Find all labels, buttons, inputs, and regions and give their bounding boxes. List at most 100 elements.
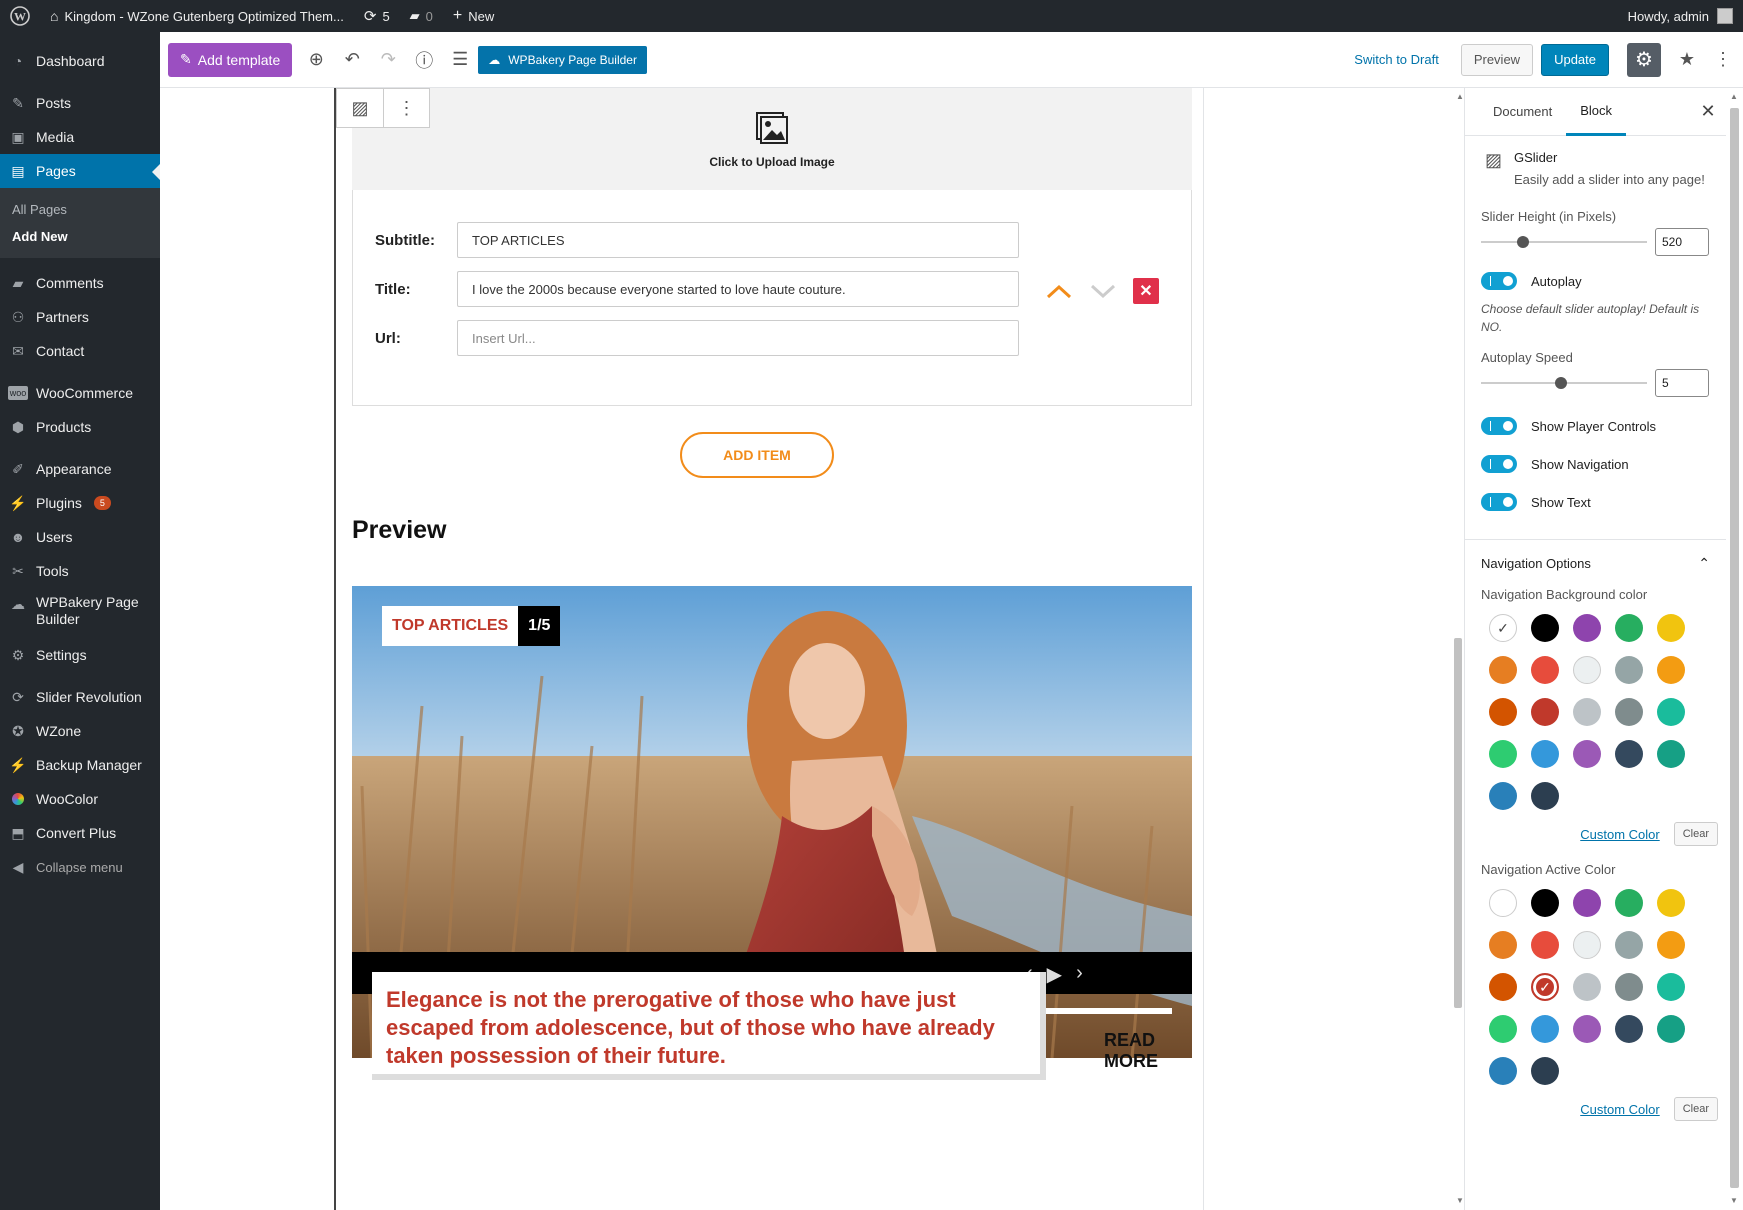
block-type-button[interactable]: ▨ xyxy=(337,89,383,127)
clear-button[interactable]: Clear xyxy=(1673,822,1718,846)
autoplay-speed-range[interactable] xyxy=(1481,377,1647,389)
menu-tools[interactable]: ✂ Tools xyxy=(0,554,160,588)
color-swatch[interactable] xyxy=(1489,656,1517,684)
update-button[interactable]: Update xyxy=(1541,43,1609,76)
color-swatch[interactable] xyxy=(1531,1057,1559,1085)
remove-item-button[interactable]: ✕ xyxy=(1133,278,1159,304)
block-more-button[interactable]: ⋮ xyxy=(383,89,429,127)
preview-button[interactable]: Preview xyxy=(1460,43,1534,76)
color-swatch[interactable] xyxy=(1657,698,1685,726)
color-swatch[interactable] xyxy=(1531,614,1559,642)
color-swatch[interactable] xyxy=(1615,656,1643,684)
redo-button[interactable]: ↷ xyxy=(370,42,406,78)
color-swatch[interactable] xyxy=(1615,931,1643,959)
title-input[interactable]: I love the 2000s because everyone starte… xyxy=(457,271,1019,307)
menu-pages[interactable]: ▤ Pages xyxy=(0,154,160,188)
menu-settings[interactable]: ⚙ Settings xyxy=(0,638,160,672)
avatar[interactable] xyxy=(1717,8,1733,24)
color-swatch[interactable] xyxy=(1573,889,1601,917)
gslider-block[interactable]: ▨ ⋮ Click to Upload Image Subtitle: TOP … xyxy=(334,88,1204,1210)
menu-appearance[interactable]: ✐ Appearance xyxy=(0,452,160,486)
color-swatch[interactable] xyxy=(1657,614,1685,642)
color-swatch[interactable] xyxy=(1573,698,1601,726)
add-block-button[interactable]: ⊕ xyxy=(298,42,334,78)
menu-wzone[interactable]: ✪ WZone xyxy=(0,714,160,748)
color-swatch[interactable] xyxy=(1657,740,1685,768)
menu-woocommerce[interactable]: woo WooCommerce xyxy=(0,376,160,410)
howdy-link[interactable]: Howdy, admin xyxy=(1628,9,1709,24)
color-swatch[interactable] xyxy=(1489,782,1517,810)
collapse-menu[interactable]: ◀ Collapse menu xyxy=(0,850,160,884)
add-item-button[interactable]: ADD ITEM xyxy=(680,432,834,478)
info-button[interactable]: ⓘ xyxy=(406,42,442,78)
color-swatch[interactable] xyxy=(1489,889,1517,917)
color-swatch[interactable] xyxy=(1489,973,1517,1001)
show-text-toggle[interactable] xyxy=(1481,493,1517,511)
color-swatch[interactable]: ✓ xyxy=(1531,973,1559,1001)
color-swatch[interactable] xyxy=(1615,973,1643,1001)
menu-users[interactable]: ☻ Users xyxy=(0,520,160,554)
navigation-options-panel[interactable]: Navigation Options ⌃ xyxy=(1465,539,1726,587)
range-thumb[interactable] xyxy=(1517,236,1529,248)
color-swatch[interactable] xyxy=(1573,740,1601,768)
menu-posts[interactable]: ✎ Posts xyxy=(0,86,160,120)
progress-segment[interactable] xyxy=(1028,1008,1172,1014)
more-options-button[interactable]: ⋮ xyxy=(1713,42,1733,78)
slider-height-range[interactable] xyxy=(1481,236,1647,248)
range-thumb[interactable] xyxy=(1555,377,1567,389)
color-swatch[interactable] xyxy=(1657,1015,1685,1043)
submenu-all-pages[interactable]: All Pages xyxy=(0,196,160,223)
menu-convert-plus[interactable]: ⬒ Convert Plus xyxy=(0,816,160,850)
autoplay-speed-input[interactable]: 5 xyxy=(1655,369,1709,397)
read-more-link[interactable]: READ MORE xyxy=(1104,1030,1203,1072)
wpbakery-button[interactable]: ☁ WPBakery Page Builder xyxy=(478,45,647,74)
autoplay-toggle[interactable] xyxy=(1481,272,1517,290)
upload-image-area[interactable]: Click to Upload Image xyxy=(352,88,1192,190)
color-swatch[interactable] xyxy=(1531,698,1559,726)
color-swatch[interactable] xyxy=(1573,656,1601,684)
updates-link[interactable]: ⟳ 5 xyxy=(354,0,400,32)
wordpress-logo[interactable]: W xyxy=(0,0,40,32)
menu-woocolor[interactable]: WooColor xyxy=(0,782,160,816)
color-swatch[interactable] xyxy=(1489,931,1517,959)
sidebar-scrollbar[interactable]: ▲ ▼ xyxy=(1726,88,1743,1210)
menu-products[interactable]: ⬢ Products xyxy=(0,410,160,444)
scrollbar-thumb[interactable] xyxy=(1730,108,1739,1188)
color-swatch[interactable] xyxy=(1573,614,1601,642)
color-swatch[interactable] xyxy=(1657,656,1685,684)
show-navigation-toggle[interactable] xyxy=(1481,455,1517,473)
color-swatch[interactable] xyxy=(1531,889,1559,917)
color-swatch[interactable] xyxy=(1657,889,1685,917)
menu-plugins[interactable]: ⚡ Plugins 5 xyxy=(0,486,160,520)
outline-button[interactable]: ☰ xyxy=(442,42,478,78)
comments-link[interactable]: ▰ 0 xyxy=(400,0,443,32)
menu-backup-manager[interactable]: ⚡ Backup Manager xyxy=(0,748,160,782)
color-swatch[interactable] xyxy=(1531,931,1559,959)
tab-document[interactable]: Document xyxy=(1479,88,1566,136)
editor-scrollbar[interactable]: ▲ ▼ xyxy=(1450,88,1464,1210)
url-input[interactable]: Insert Url... xyxy=(457,320,1019,356)
color-swatch[interactable] xyxy=(1573,1015,1601,1043)
color-swatch[interactable] xyxy=(1657,931,1685,959)
menu-media[interactable]: ▣ Media xyxy=(0,120,160,154)
color-swatch[interactable] xyxy=(1489,1057,1517,1085)
color-swatch[interactable] xyxy=(1615,698,1643,726)
switch-to-draft-link[interactable]: Switch to Draft xyxy=(1340,52,1453,67)
undo-button[interactable]: ↶ xyxy=(334,42,370,78)
clear-button[interactable]: Clear xyxy=(1673,1097,1718,1121)
custom-color-link[interactable]: Custom Color xyxy=(1580,827,1659,842)
show-player-controls-toggle[interactable] xyxy=(1481,417,1517,435)
menu-wpbakery[interactable]: ☁ WPBakery Page Builder xyxy=(0,588,160,638)
slider-height-input[interactable]: 520 xyxy=(1655,228,1709,256)
menu-comments[interactable]: ▰ Comments xyxy=(0,266,160,300)
color-swatch[interactable] xyxy=(1489,1015,1517,1043)
play-icon[interactable]: ▶ xyxy=(1047,962,1062,987)
menu-contact[interactable]: ✉ Contact xyxy=(0,334,160,368)
menu-slider-revolution[interactable]: ⟳ Slider Revolution xyxy=(0,680,160,714)
star-button[interactable]: ★ xyxy=(1669,42,1705,78)
color-swatch[interactable] xyxy=(1489,740,1517,768)
color-swatch[interactable] xyxy=(1531,782,1559,810)
close-sidebar-button[interactable]: ✕ xyxy=(1690,101,1726,122)
color-swatch[interactable] xyxy=(1531,1015,1559,1043)
color-swatch[interactable] xyxy=(1573,973,1601,1001)
